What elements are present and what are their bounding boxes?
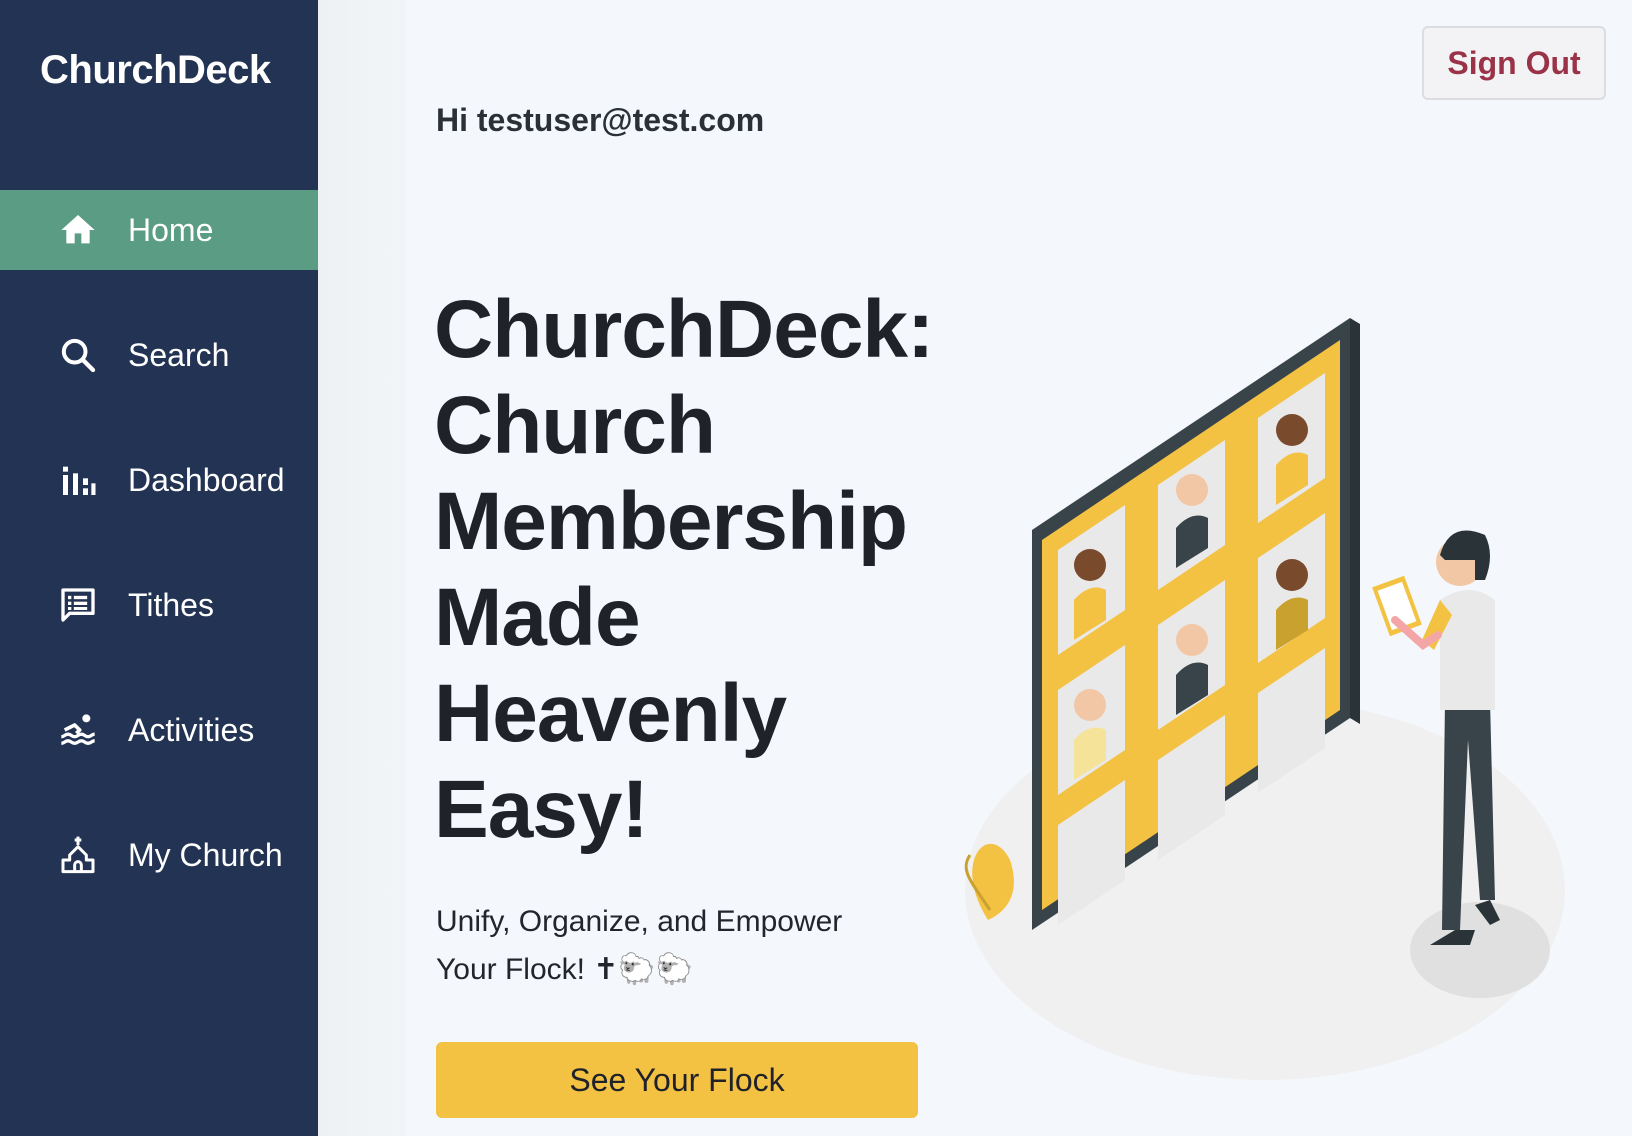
hero-headline: ChurchDeck: Church Membership Made Heave…	[434, 284, 934, 855]
dashboard-icon	[56, 458, 100, 502]
see-your-flock-button[interactable]: See Your Flock	[436, 1042, 918, 1118]
sidebar-item-label: My Church	[128, 836, 283, 873]
user-greeting: Hi testuser@test.com	[436, 102, 765, 138]
hero-illustration	[964, 318, 1565, 1080]
sign-out-button[interactable]: Sign Out	[1422, 26, 1606, 100]
sidebar-item-activities[interactable]: Activities	[0, 690, 318, 770]
search-icon	[56, 333, 100, 377]
content-gutter	[318, 0, 406, 1136]
hero-subtitle: Unify, Organize, and Empower Your Flock!…	[436, 905, 843, 986]
sidebar-item-dashboard[interactable]: Dashboard	[0, 440, 318, 520]
sidebar-item-home[interactable]: Home	[0, 190, 318, 270]
sidebar-item-my-church[interactable]: My Church	[0, 815, 318, 895]
home-icon	[56, 208, 100, 252]
sidebar-item-search[interactable]: Search	[0, 315, 318, 395]
sidebar-item-tithes[interactable]: Tithes	[0, 565, 318, 645]
church-icon	[56, 833, 100, 877]
tithes-icon	[56, 583, 100, 627]
sidebar-item-label: Tithes	[128, 586, 214, 623]
sidebar-item-label: Search	[128, 336, 230, 373]
sidebar: ChurchDeck Home Search Dashboard Tithes …	[0, 0, 318, 1136]
brand-logo[interactable]: ChurchDeck	[40, 48, 271, 93]
sidebar-item-label: Home	[128, 211, 214, 248]
person-shadow	[1410, 902, 1550, 998]
sidebar-item-label: Dashboard	[128, 461, 285, 498]
sidebar-item-label: Activities	[128, 711, 255, 748]
activities-icon	[56, 708, 100, 752]
